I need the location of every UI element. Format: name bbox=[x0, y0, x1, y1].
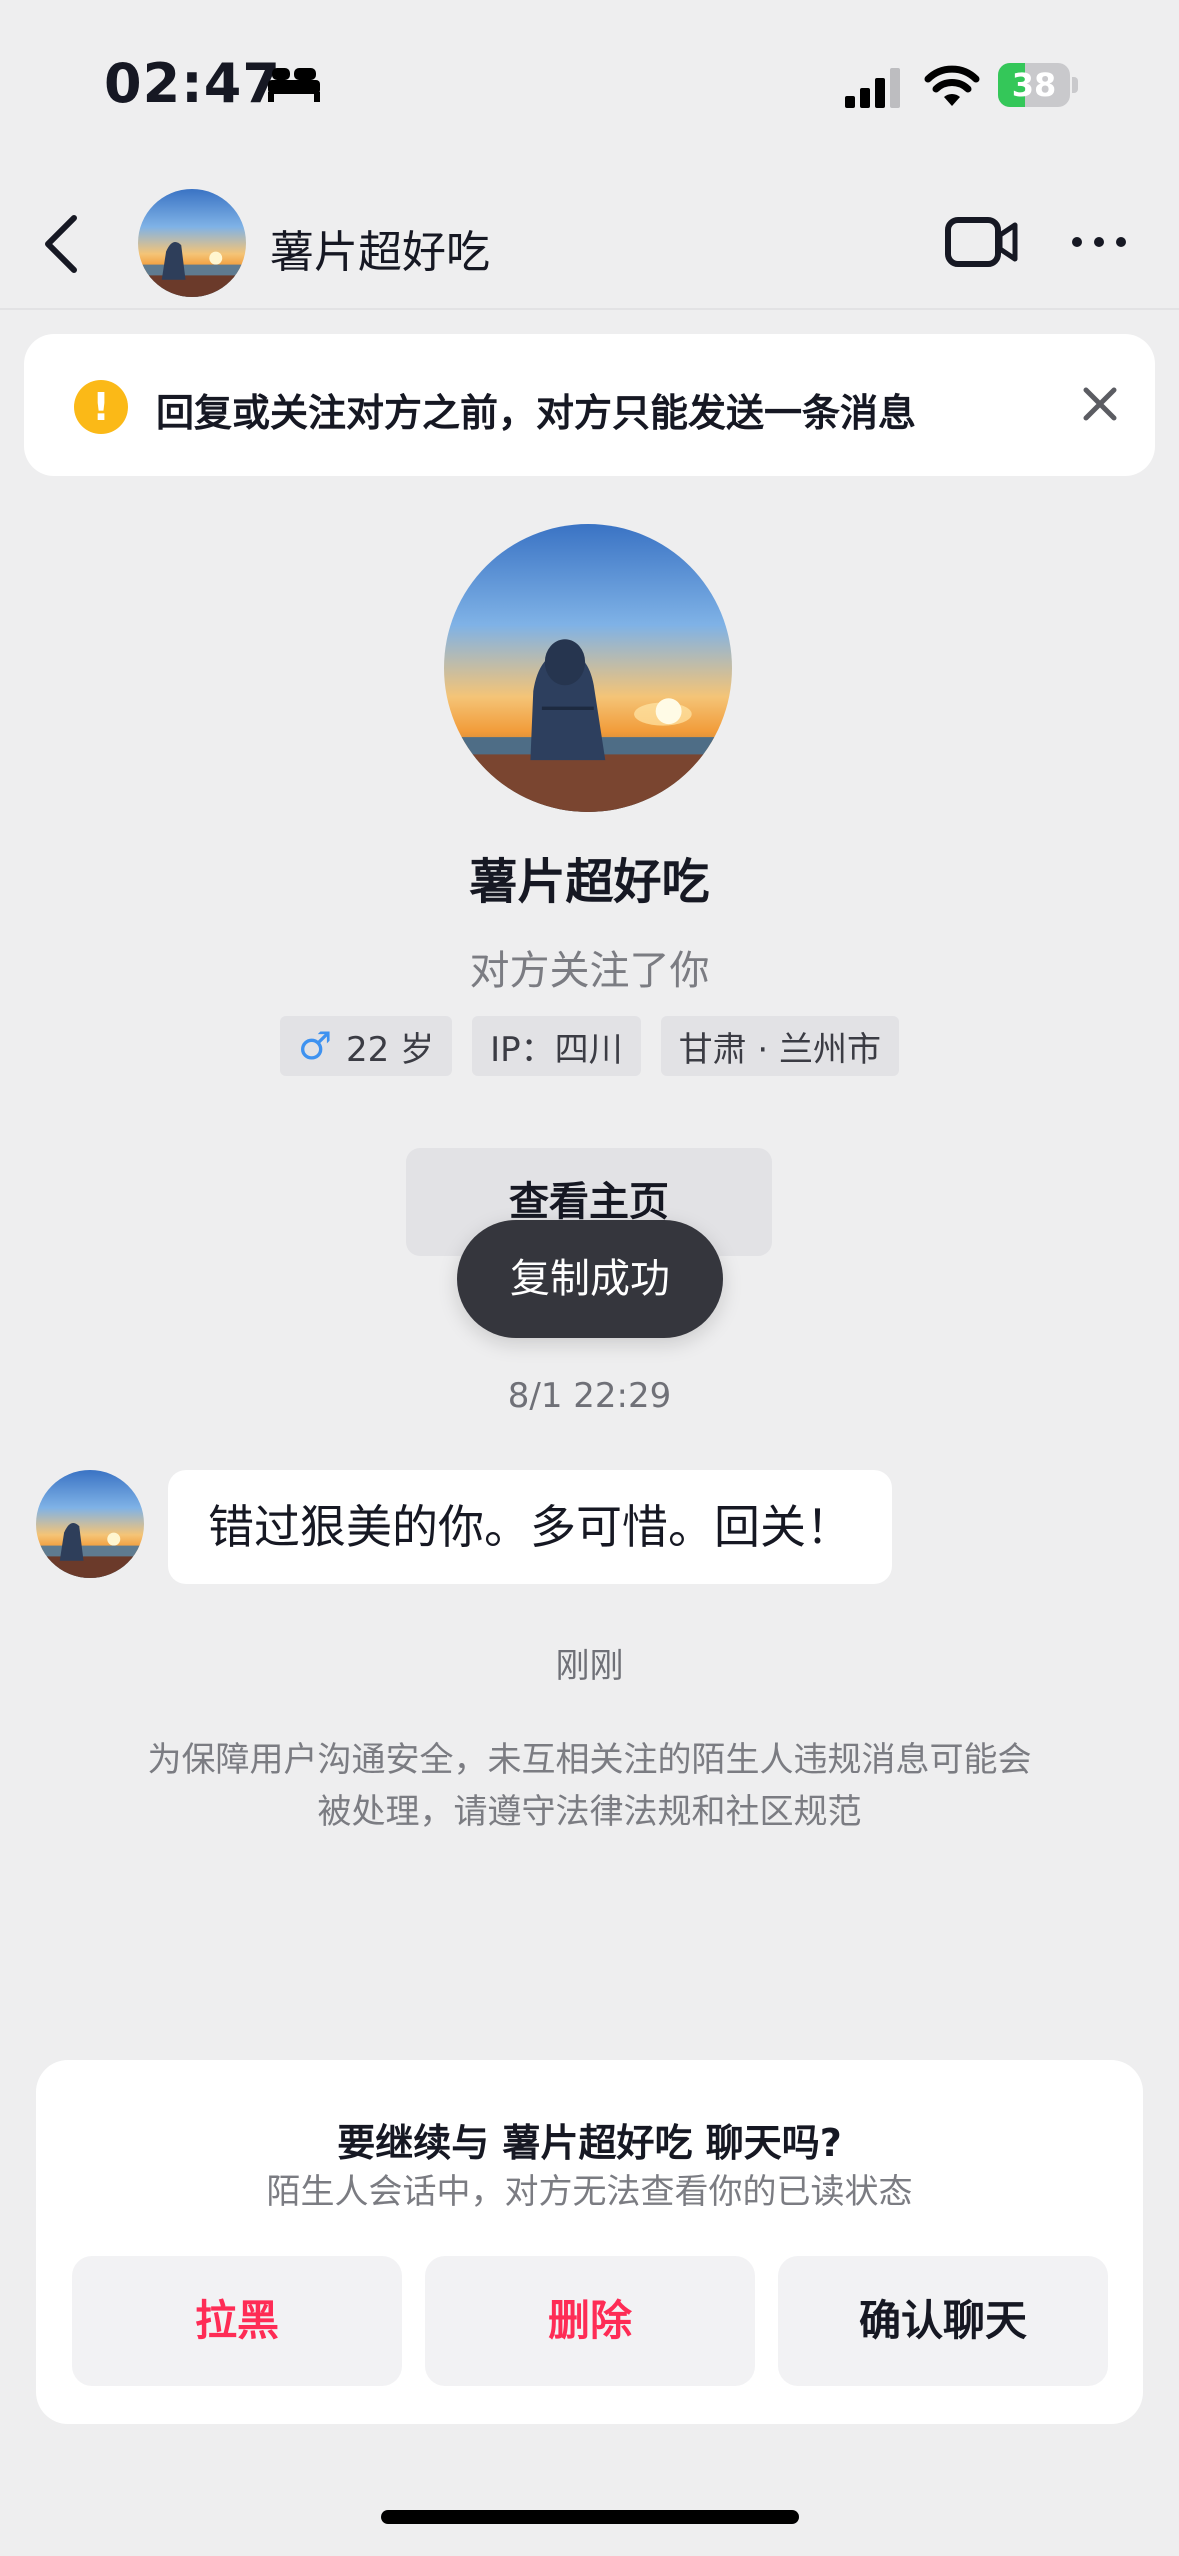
message-timestamp: 8/1 22:29 bbox=[507, 1376, 672, 1416]
age-text: 22 岁 bbox=[346, 1029, 435, 1070]
ip-tag: IP：四川 bbox=[472, 1016, 641, 1076]
delete-button[interactable]: 删除 bbox=[425, 2256, 755, 2386]
battery-level: 38 bbox=[1011, 66, 1057, 104]
home-indicator[interactable] bbox=[381, 2510, 799, 2524]
more-icon[interactable] bbox=[1069, 230, 1129, 254]
stranger-chat-card: 要继续与 薯片超好吃 聊天吗? 陌生人会话中，对方无法查看你的已读状态 拉黑 删… bbox=[36, 2060, 1143, 2424]
signal-icon bbox=[845, 68, 900, 108]
card-title: 要继续与 薯片超好吃 聊天吗? bbox=[337, 2121, 842, 2165]
message-bubble[interactable]: 错过狠美的你。多可惜。回关！ bbox=[168, 1470, 892, 1584]
header-divider bbox=[0, 308, 1179, 310]
card-subtitle: 陌生人会话中，对方无法查看你的已读状态 bbox=[266, 2172, 913, 2212]
warning-icon: ! bbox=[74, 380, 128, 434]
notice-banner: ! 回复或关注对方之前，对方只能发送一条消息 bbox=[24, 334, 1155, 476]
follow-status: 对方关注了你 bbox=[469, 948, 710, 994]
profile-name: 薯片超好吃 bbox=[469, 854, 710, 910]
battery-icon: 38 bbox=[998, 63, 1078, 107]
close-icon[interactable] bbox=[1080, 384, 1120, 424]
profile-avatar[interactable] bbox=[444, 524, 732, 812]
status-time: 02:47 bbox=[104, 52, 281, 115]
message-avatar[interactable] bbox=[36, 1470, 144, 1578]
wifi-icon bbox=[924, 65, 980, 106]
header-username[interactable]: 薯片超好吃 bbox=[270, 216, 490, 280]
male-icon: ♂ bbox=[297, 1024, 333, 1068]
notice-text: 回复或关注对方之前，对方只能发送一条消息 bbox=[156, 391, 917, 435]
sent-status: 刚刚 bbox=[555, 1646, 624, 1686]
location-text: 甘肃 · 兰州市 bbox=[678, 1029, 882, 1070]
profile-tags: ♂ 22 岁 IP：四川 甘肃 · 兰州市 bbox=[0, 1016, 1179, 1076]
age-tag: ♂ 22 岁 bbox=[279, 1016, 453, 1076]
video-call-icon[interactable] bbox=[945, 215, 1019, 269]
ip-text: IP：四川 bbox=[490, 1029, 623, 1070]
header-avatar[interactable] bbox=[138, 189, 246, 297]
block-button[interactable]: 拉黑 bbox=[72, 2256, 402, 2386]
bed-icon bbox=[268, 68, 320, 102]
back-icon[interactable] bbox=[40, 212, 84, 276]
location-tag: 甘肃 · 兰州市 bbox=[660, 1016, 900, 1076]
copy-success-toast: 复制成功 bbox=[457, 1220, 723, 1338]
confirm-chat-button[interactable]: 确认聊天 bbox=[778, 2256, 1108, 2386]
safety-notice: 为保障用户沟通安全，未互相关注的陌生人违规消息可能会被处理，请遵守法律法规和社区… bbox=[147, 1740, 1032, 1832]
